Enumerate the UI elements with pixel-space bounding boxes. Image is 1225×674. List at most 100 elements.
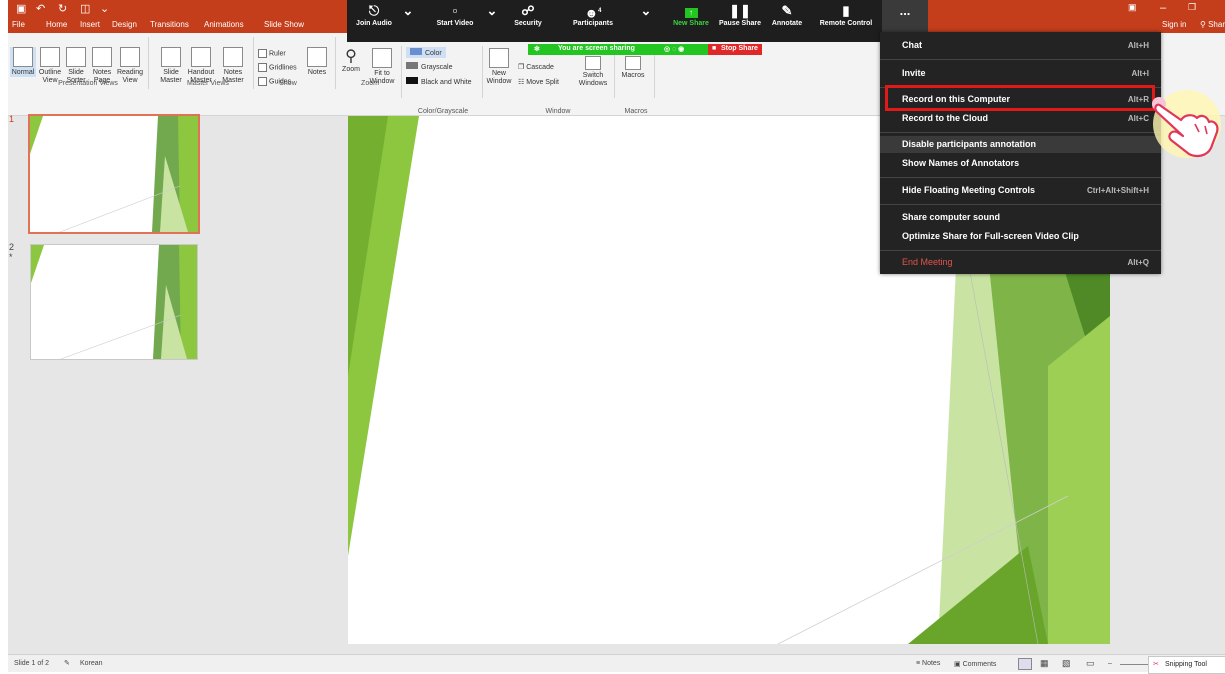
snipping-tool-taskbar-item[interactable]: ✂ Snipping Tool — [1148, 656, 1225, 674]
sign-in-link[interactable]: Sign in — [1162, 20, 1186, 29]
minimize-icon[interactable]: – — [1160, 2, 1166, 14]
audio-status-icon: ◎ ◌ ◉ — [664, 46, 685, 53]
gridlines-checkbox[interactable]: Gridlines — [258, 63, 297, 72]
menu-item-end-meeting[interactable]: End Meeting Alt+Q — [880, 254, 1161, 271]
slideshow-status-icon[interactable]: ▭ — [1086, 658, 1095, 669]
menu-item-shortcut: Alt+Q — [1127, 258, 1149, 267]
macros-button[interactable]: Macros — [618, 56, 648, 80]
notes-page-icon — [92, 47, 112, 67]
remote-control-label: Remote Control — [819, 20, 873, 27]
slide-sorter-status-icon[interactable]: ▦ — [1040, 658, 1049, 669]
mouse-icon: ▮ — [842, 3, 850, 18]
color-group-label: Color/Grayscale — [417, 108, 469, 115]
chevron-down-icon: ⌄ — [640, 3, 652, 18]
start-video-button[interactable]: ▫ Start Video — [427, 0, 483, 27]
video-options-button[interactable]: ⌄ — [485, 0, 499, 20]
chevron-down-icon: ⌄ — [402, 3, 414, 18]
tab-slide-show[interactable]: Slide Show — [264, 20, 304, 29]
remote-control-button[interactable]: ▮ Remote Control — [811, 0, 881, 27]
join-audio-button[interactable]: ⎋ Join Audio — [351, 0, 397, 27]
cascade-button[interactable]: ❐ Cascade — [518, 63, 554, 71]
annotate-button[interactable]: ✎ Annotate — [767, 0, 807, 27]
more-button[interactable]: ... — [882, 0, 928, 32]
notes-toggle[interactable]: ≡ Notes — [916, 660, 940, 667]
security-button[interactable]: ☍ Security — [505, 0, 551, 27]
tab-design[interactable]: Design — [112, 20, 137, 29]
pause-share-button[interactable]: ❚❚ Pause Share — [717, 0, 763, 27]
normal-view-button[interactable]: Normal — [10, 47, 36, 77]
slide-thumbnail-1[interactable] — [28, 114, 200, 234]
zoom-out-icon[interactable]: – — [1108, 660, 1112, 667]
menu-divider — [880, 59, 1161, 60]
zoom-group-label: Zoom — [361, 80, 379, 87]
save-icon[interactable]: ▣ — [16, 2, 26, 15]
reading-view-status-icon[interactable]: ▧ — [1062, 658, 1071, 669]
spell-check-icon[interactable]: ✎ — [64, 659, 70, 667]
new-share-button[interactable]: ↑ New Share — [669, 0, 713, 27]
comments-toggle[interactable]: ▣ Comments — [954, 660, 996, 668]
black-white-option[interactable]: Black and White — [406, 77, 472, 86]
color-option[interactable]: Color — [406, 47, 446, 58]
zoom-slider[interactable] — [1120, 664, 1150, 665]
move-split-button[interactable]: ☷ Move Split — [518, 78, 559, 86]
more-icon: ... — [899, 3, 911, 18]
ribbon-display-icon[interactable]: ▣ — [1128, 2, 1137, 13]
pointing-hand-icon — [1152, 90, 1221, 158]
customize-icon[interactable]: ⌄ — [100, 2, 109, 15]
restore-icon[interactable]: ❐ — [1188, 2, 1196, 13]
highlight-box — [885, 85, 1155, 111]
screen-sharing-text: You are screen sharing — [558, 45, 635, 52]
undo-icon[interactable]: ↶ — [36, 2, 45, 15]
cascade-icon: ❐ — [518, 64, 527, 71]
tab-insert[interactable]: Insert — [80, 20, 100, 29]
slide-number: 2 — [9, 242, 15, 252]
menu-item-chat[interactable]: Chat Alt+H — [880, 37, 1161, 54]
scissors-icon: ✂ — [1153, 661, 1159, 668]
ribbon-divider — [253, 37, 254, 89]
zoom-label: Zoom — [342, 66, 360, 73]
pause-icon: ❚❚ — [729, 3, 751, 18]
tab-home[interactable]: Home — [46, 20, 67, 29]
menu-item-share-sound[interactable]: Share computer sound — [880, 209, 1161, 226]
switch-windows-button[interactable]: Switch Windows — [576, 56, 610, 88]
share-screen-icon: ↑ — [669, 0, 713, 20]
audio-options-button[interactable]: ⌄ — [401, 0, 415, 20]
participants-options-button[interactable]: ⌄ — [639, 0, 653, 20]
slide-thumbnail-art — [31, 245, 197, 359]
new-window-button[interactable]: New Window — [484, 48, 514, 86]
menu-item-invite[interactable]: Invite Alt+I — [880, 65, 1161, 82]
screen-sharing-banner[interactable]: ✻ You are screen sharing ◎ ◌ ◉ — [528, 44, 714, 55]
participants-label: Participants — [572, 20, 614, 27]
menu-item-hide-floating-controls[interactable]: Hide Floating Meeting Controls Ctrl+Alt+S… — [880, 182, 1161, 199]
menu-item-show-annotators[interactable]: Show Names of Annotators — [880, 155, 1161, 172]
grayscale-swatch-icon — [406, 62, 418, 69]
redo-icon[interactable]: ↻ — [58, 2, 67, 15]
tab-animations[interactable]: Animations — [204, 20, 244, 29]
share-button[interactable]: ⚲ Shar — [1200, 20, 1225, 29]
menu-item-disable-annotation[interactable]: Disable participants annotation — [880, 136, 1161, 153]
notes-button[interactable]: Notes — [304, 47, 330, 77]
tab-file[interactable]: File — [12, 20, 25, 29]
language-status[interactable]: Korean — [80, 660, 103, 667]
move-split-icon: ☷ — [518, 79, 527, 86]
present-icon[interactable]: ◫ — [80, 2, 90, 15]
slide-thumbnail-2[interactable] — [30, 244, 198, 360]
normal-view-icon — [13, 47, 33, 67]
zoom-button[interactable]: ⚲ Zoom — [340, 48, 362, 74]
show-group-label: Show — [279, 80, 297, 87]
menu-item-label: Hide Floating Meeting Controls — [902, 185, 1035, 195]
participants-button[interactable]: ☻4 Participants — [565, 0, 621, 27]
grayscale-label: Grayscale — [421, 64, 453, 71]
grayscale-option[interactable]: Grayscale — [406, 62, 453, 71]
tab-transitions[interactable]: Transitions — [150, 20, 189, 29]
menu-divider — [880, 204, 1161, 205]
ruler-checkbox[interactable]: Ruler — [258, 49, 286, 58]
switch-windows-label: Switch Windows — [578, 72, 608, 87]
menu-item-shortcut: Alt+I — [1131, 69, 1149, 78]
stop-share-label: Stop Share — [721, 45, 758, 52]
gridlines-label: Gridlines — [269, 64, 297, 72]
menu-item-record-to-cloud[interactable]: Record to the Cloud Alt+C — [880, 110, 1161, 127]
menu-item-optimize-video[interactable]: Optimize Share for Full-screen Video Cli… — [880, 228, 1161, 245]
stop-share-button[interactable]: ■ Stop Share — [708, 44, 762, 55]
normal-view-status-icon[interactable] — [1018, 658, 1032, 670]
